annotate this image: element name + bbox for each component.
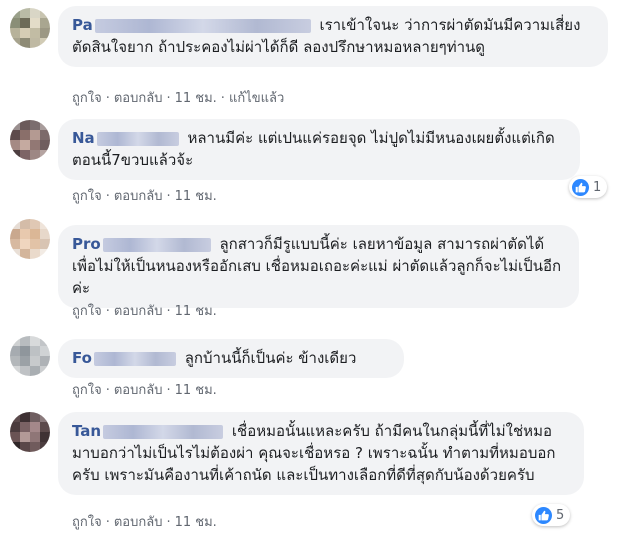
commenter-name[interactable]: Tan [72,422,101,440]
like-reaction-icon [572,178,589,196]
comment-bubble: Tan เชื่อหมอนั้นแหละครับ ถ้ามีคนในกลุ่มน… [58,412,584,495]
timestamp[interactable]: 11 ชม. [175,304,217,319]
like-link[interactable]: ถูกใจ [72,189,102,204]
comment-bubble: Fo ลูกบ้านนี้ก็เป็นค่ะ ข้างเดียว [58,339,404,378]
timestamp[interactable]: 11 ชม. [175,515,217,530]
comment-actions: ถูกใจ · ตอบกลับ · 11 ชม. [72,304,217,319]
reaction-count-badge[interactable]: 5 [532,504,571,526]
reaction-count-badge[interactable]: 1 [569,176,608,198]
comment-bubble: Pro ลูกสาวก็มีรูแบบนี้ค่ะ เลยหาข้อมูล สา… [58,225,579,308]
reply-link[interactable]: ตอบกลับ [114,91,163,106]
avatar[interactable] [10,412,50,452]
comment-body: ลูกบ้านนี้ก็เป็นค่ะ ข้างเดียว [184,349,357,367]
comment-actions: ถูกใจ · ตอบกลับ · 11 ชม. · แก้ไขแล้ว [72,91,285,106]
reply-link[interactable]: ตอบกลับ [114,383,163,398]
timestamp[interactable]: 11 ชม. [175,189,217,204]
comment-actions: ถูกใจ · ตอบกลับ · 11 ชม. [72,189,217,204]
timestamp[interactable]: 11 ชม. [175,383,217,398]
reaction-count: 1 [593,179,602,195]
comment-text: Na หลานมีค่ะ แต่เปนแค่รอยจุด ไม่ปูดไม่มี… [72,127,566,171]
comment-text: Fo ลูกบ้านนี้ก็เป็นค่ะ ข้างเดียว [72,347,390,369]
like-link[interactable]: ถูกใจ [72,515,102,530]
reply-link[interactable]: ตอบกลับ [114,304,163,319]
timestamp[interactable]: 11 ชม. [175,91,217,106]
reply-link[interactable]: ตอบกลับ [114,515,163,530]
comment-text: Pa เราเข้าใจนะ ว่าการผ่าตัดมันมีความเสี่… [72,14,594,58]
avatar[interactable] [10,219,50,259]
commenter-name[interactable]: Fo [72,349,92,367]
like-reaction-icon [535,506,552,524]
avatar[interactable] [10,336,50,376]
commenter-name[interactable]: Pa [72,16,93,34]
redacted-name [93,351,176,366]
redacted-name [102,237,211,252]
commenter-name[interactable]: Na [72,129,95,147]
avatar[interactable] [10,120,50,160]
comment-text: Pro ลูกสาวก็มีรูแบบนี้ค่ะ เลยหาข้อมูล สา… [72,233,565,299]
redacted-name [96,131,179,146]
reaction-count: 5 [556,507,565,523]
comment-actions: ถูกใจ · ตอบกลับ · 11 ชม. [72,383,217,398]
like-link[interactable]: ถูกใจ [72,91,102,106]
comment-bubble: Na หลานมีค่ะ แต่เปนแค่รอยจุด ไม่ปูดไม่มี… [58,119,580,180]
like-link[interactable]: ถูกใจ [72,383,102,398]
edited-label[interactable]: แก้ไขแล้ว [229,91,284,106]
comment-bubble: Pa เราเข้าใจนะ ว่าการผ่าตัดมันมีความเสี่… [58,6,608,67]
commenter-name[interactable]: Pro [72,235,101,253]
comment-actions: ถูกใจ · ตอบกลับ · 11 ชม. [72,515,217,530]
like-link[interactable]: ถูกใจ [72,304,102,319]
avatar[interactable] [10,8,50,48]
comment-text: Tan เชื่อหมอนั้นแหละครับ ถ้ามีคนในกลุ่มน… [72,420,570,486]
reply-link[interactable]: ตอบกลับ [114,189,163,204]
redacted-name [103,424,224,439]
redacted-name [94,18,311,33]
